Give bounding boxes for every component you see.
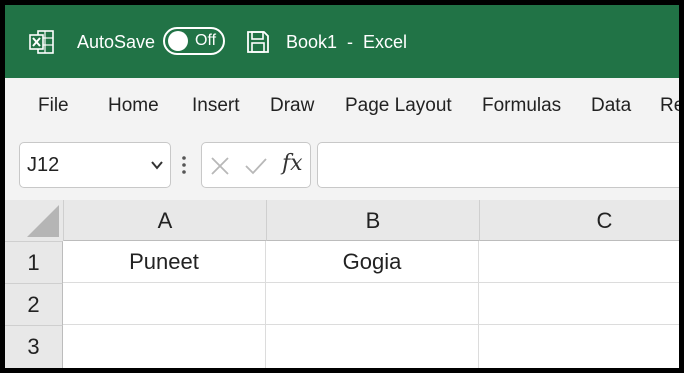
cell-b2[interactable] [266,283,479,325]
row-header-3[interactable]: 3 [5,325,63,368]
autosave-toggle[interactable]: Off [163,27,225,55]
spreadsheet-grid: A B C 1 2 3 Puneet Gogia [5,200,679,368]
save-icon[interactable] [245,29,271,55]
document-title: Book1 - Excel [286,32,408,52]
tab-home[interactable]: Home [108,95,159,117]
cell-a2[interactable] [63,283,266,325]
tab-draw[interactable]: Draw [270,95,314,117]
tab-data[interactable]: Data [591,95,631,117]
tab-formulas[interactable]: Formulas [482,95,561,117]
tab-review[interactable]: Re [660,95,679,117]
row-header-1[interactable]: 1 [5,241,63,283]
insert-function-icon[interactable]: fx [282,151,303,176]
cell-b1[interactable]: Gogia [266,241,479,283]
tab-file[interactable]: File [38,95,69,117]
ribbon-tabs: File Home Insert Draw Page Layout Formul… [5,78,679,134]
formula-bar: J12 fx [5,134,679,200]
name-box-value: J12 [27,154,60,176]
chevron-down-icon[interactable] [150,158,164,172]
formula-controls: fx [201,142,311,188]
excel-window: AutoSave Off Book1 - Excel File Home Ins… [5,5,679,368]
tab-page-layout[interactable]: Page Layout [345,95,452,117]
formula-input[interactable] [317,142,679,188]
cell-c2[interactable] [479,283,679,325]
cell-a3[interactable] [63,325,266,368]
tab-insert[interactable]: Insert [192,95,240,117]
more-options-icon[interactable] [181,155,187,175]
cell-a1[interactable]: Puneet [63,241,266,283]
select-all-button[interactable] [5,200,63,241]
column-header-c[interactable]: C [479,200,679,241]
cell-c1[interactable] [479,241,679,283]
cell-b3[interactable] [266,325,479,368]
autosave-label: AutoSave [77,32,156,52]
excel-logo-icon [29,30,54,54]
title-bar: AutoSave Off Book1 - Excel [5,5,679,78]
select-all-triangle-icon [27,205,59,237]
name-box[interactable]: J12 [19,142,171,188]
column-header-a[interactable]: A [63,200,266,241]
column-header-b[interactable]: B [266,200,479,241]
row-header-2[interactable]: 2 [5,283,63,325]
toggle-knob [168,31,188,51]
checkmark-icon[interactable] [244,156,268,176]
cell-c3[interactable] [479,325,679,368]
autosave-state: Off [195,32,217,49]
cancel-icon[interactable] [210,156,230,176]
